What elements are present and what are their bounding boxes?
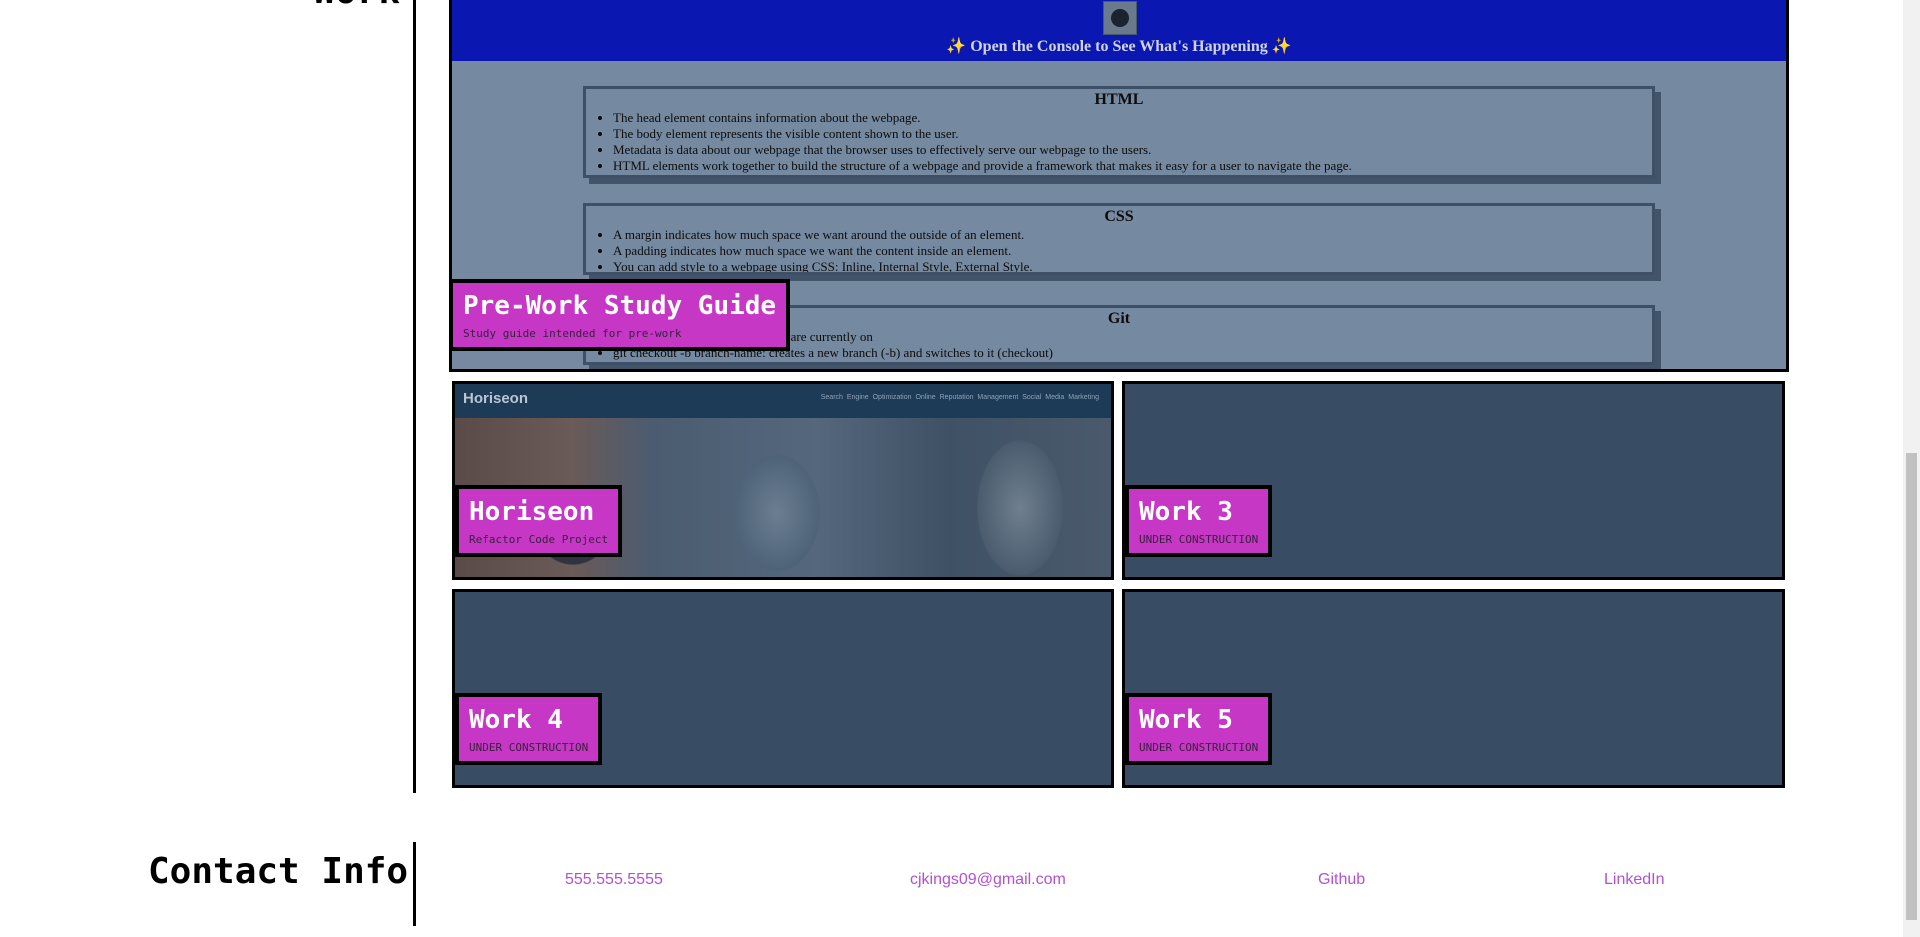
project-subtitle: Refactor Code Project	[469, 533, 609, 546]
project-subtitle: UNDER CONSTRUCTION	[1139, 741, 1259, 754]
study-guide-card[interactable]: ✨ Open the Console to See What's Happeni…	[449, 0, 1789, 372]
phone-link[interactable]: 555.555.5555	[565, 871, 663, 889]
horiseon-preview-logo: Horiseon	[463, 390, 529, 407]
cat-icon	[1111, 9, 1129, 27]
work-divider-line	[413, 0, 416, 793]
topic-heading: CSS	[1104, 208, 1134, 225]
topic-heading: HTML	[1094, 91, 1144, 108]
console-hint-text: ✨ Open the Console to See What's Happeni…	[946, 38, 1292, 55]
project-subtitle: UNDER CONSTRUCTION	[1139, 533, 1259, 546]
project-label[interactable]: Work 3 UNDER CONSTRUCTION	[1125, 485, 1273, 557]
contact-section-title: Contact Info	[148, 851, 409, 892]
project-subtitle: UNDER CONSTRUCTION	[469, 741, 589, 754]
list-item: HTML elements work together to build the…	[613, 158, 1652, 174]
scrollbar-thumb[interactable]	[1906, 453, 1917, 920]
project-label[interactable]: Work 4 UNDER CONSTRUCTION	[455, 693, 603, 765]
project-label[interactable]: Pre-Work Study Guide Study guide intende…	[452, 279, 791, 351]
project-title[interactable]: Work 5	[1139, 703, 1258, 737]
horiseon-preview-links: Search Engine Optimization Online Reputa…	[820, 394, 1099, 401]
contact-divider-line	[413, 842, 416, 926]
work-5-card[interactable]: Work 5 UNDER CONSTRUCTION	[1122, 589, 1785, 788]
horiseon-preview-nav: Horiseon Search Engine Optimization Onli…	[455, 384, 1111, 418]
list-item: The head element contains information ab…	[613, 110, 1652, 126]
project-label[interactable]: Horiseon Refactor Code Project	[455, 485, 623, 557]
study-guide-preview-header: ✨ Open the Console to See What's Happeni…	[452, 0, 1786, 61]
github-link[interactable]: Github	[1318, 871, 1365, 889]
list-item: The body element represents the visible …	[613, 126, 1652, 142]
work-3-card[interactable]: Work 3 UNDER CONSTRUCTION	[1122, 381, 1785, 580]
linkedin-link[interactable]: LinkedIn	[1604, 871, 1665, 889]
list-item: You can add style to a webpage using CSS…	[613, 259, 1652, 272]
topic-card-html: HTML The head element contains informati…	[583, 86, 1655, 178]
project-subtitle: Study guide intended for pre-work	[463, 327, 682, 340]
project-title[interactable]: Pre-Work Study Guide	[463, 289, 776, 323]
project-title[interactable]: Work 3	[1139, 495, 1258, 529]
list-item: A padding indicates how much space we wa…	[613, 243, 1652, 259]
project-title[interactable]: Work 4	[469, 703, 588, 737]
avatar	[1103, 1, 1137, 35]
list-item: A margin indicates how much space we wan…	[613, 227, 1652, 243]
project-label[interactable]: Work 5 UNDER CONSTRUCTION	[1125, 693, 1273, 765]
email-link[interactable]: cjkings09@gmail.com	[910, 871, 1066, 889]
work-section-title: Work	[313, 0, 400, 12]
project-title[interactable]: Horiseon	[469, 495, 608, 529]
horiseon-card[interactable]: Horiseon Search Engine Optimization Onli…	[452, 381, 1114, 580]
work-4-card[interactable]: Work 4 UNDER CONSTRUCTION	[452, 589, 1114, 788]
topic-card-css: CSS A margin indicates how much space we…	[583, 203, 1655, 275]
list-item: Metadata is data about our webpage that …	[613, 142, 1652, 158]
